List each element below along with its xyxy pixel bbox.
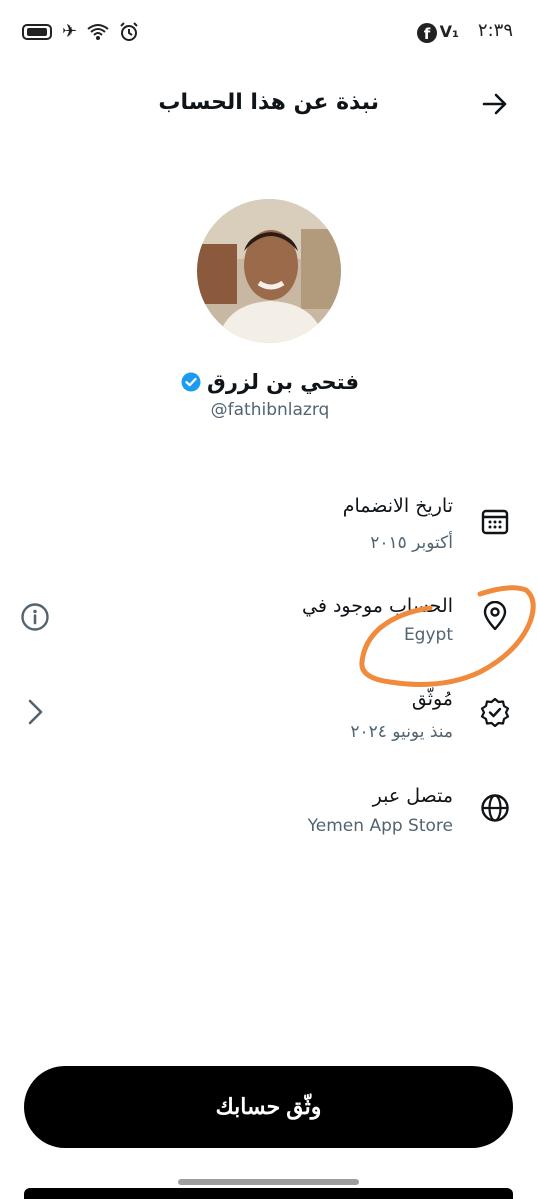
profile-name-row: فتحي بن لزرق <box>180 370 360 394</box>
next-button-peek <box>24 1188 513 1199</box>
verified-check-icon <box>181 372 201 392</box>
info-icon[interactable] <box>20 602 50 632</box>
avatar <box>197 199 341 343</box>
network-indicator: V₁ <box>439 22 459 41</box>
battery-icon <box>22 24 52 40</box>
verify-account-button[interactable]: وثّق حسابك <box>24 1066 513 1148</box>
annotation-circle <box>359 585 536 687</box>
joined-value: أكتوبر ٢٠١٥ <box>370 533 453 553</box>
airplane-icon: ✈ <box>62 21 78 42</box>
joined-label: تاريخ الانضمام <box>342 495 453 517</box>
home-indicator <box>178 1179 359 1185</box>
alarm-icon <box>120 22 138 41</box>
profile-name: فتحي بن لزرق <box>207 370 359 394</box>
calendar-icon <box>481 509 509 535</box>
status-icons: ✈ <box>22 22 139 42</box>
chevron-right-icon[interactable] <box>20 697 50 727</box>
connected-via-value: Yemen App Store <box>307 816 453 836</box>
back-arrow-icon[interactable] <box>481 90 509 118</box>
connected-via-label: متصل عبر <box>372 785 453 807</box>
verified-badge-icon <box>480 697 510 727</box>
wifi-icon <box>87 24 109 40</box>
facebook-icon: f <box>417 23 437 43</box>
verified-value: منذ يونيو ٢٠٢٤ <box>350 722 453 742</box>
status-time: ٢:٣٩ <box>477 20 513 41</box>
profile-handle: @fathibnlazrq <box>210 400 330 420</box>
globe-icon <box>481 794 509 822</box>
page-title: نبذة عن هذا الحساب <box>158 90 379 115</box>
